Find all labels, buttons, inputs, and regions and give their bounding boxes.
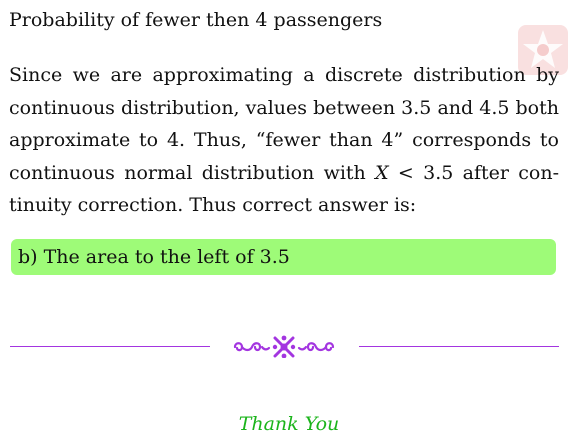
- answer-highlight: b) The area to the left of 3.5: [11, 239, 556, 275]
- explanation-line-3: approximate to 4. Thus, “fewer than 4” c…: [9, 129, 559, 151]
- explanation-line-4-end: < 3.5 after con-: [388, 161, 559, 184]
- swirl-ornament-icon: [233, 335, 335, 358]
- divider-right-line: [359, 346, 559, 347]
- divider-left-line: [10, 346, 210, 347]
- page-heading: Probability of fewer then 4 passengers: [9, 9, 383, 31]
- explanation-line-2: continuous distribution, values between …: [9, 96, 559, 119]
- explanation-line-1: Since we are approximating a discrete di…: [9, 64, 559, 86]
- thank-you-text: Thank You: [238, 413, 340, 435]
- explanation-line-5: tinuity correction. Thus correct answer …: [9, 194, 417, 216]
- explanation-line-4-start: continuous normal distribution with: [9, 161, 376, 184]
- variable-x: X: [375, 161, 389, 184]
- explanation-line-4: continuous normal distribution with X < …: [9, 157, 559, 190]
- explanation-paragraph: Since we are approximating a discrete di…: [9, 59, 559, 222]
- answer-text: b) The area to the left of 3.5: [18, 246, 290, 268]
